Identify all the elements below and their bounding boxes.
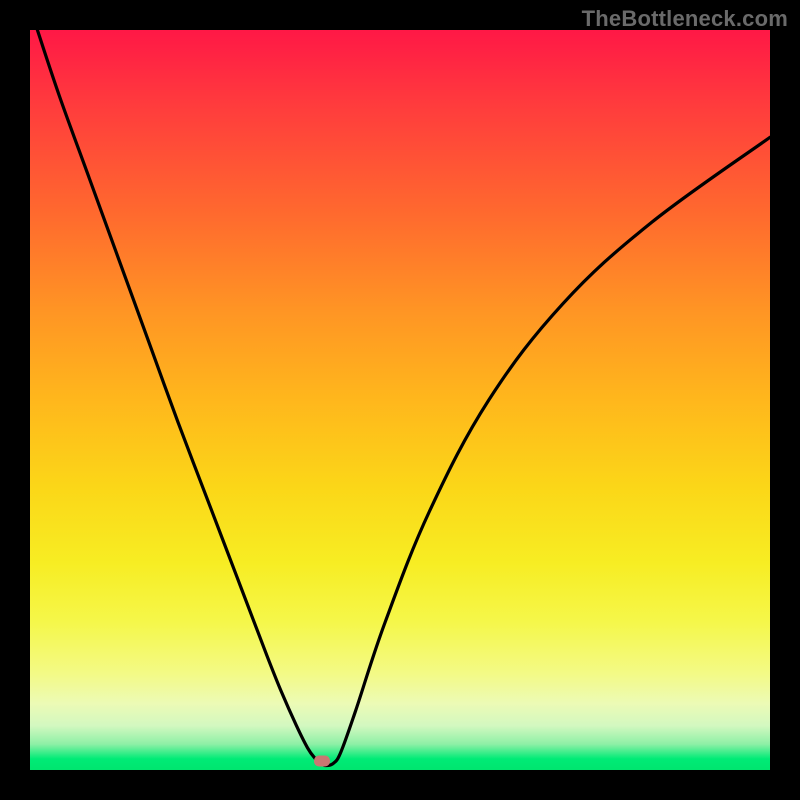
- watermark-text: TheBottleneck.com: [582, 6, 788, 32]
- chart-frame: TheBottleneck.com: [0, 0, 800, 800]
- plot-area: [30, 30, 770, 770]
- bottleneck-curve: [30, 30, 770, 770]
- min-marker: [314, 756, 330, 767]
